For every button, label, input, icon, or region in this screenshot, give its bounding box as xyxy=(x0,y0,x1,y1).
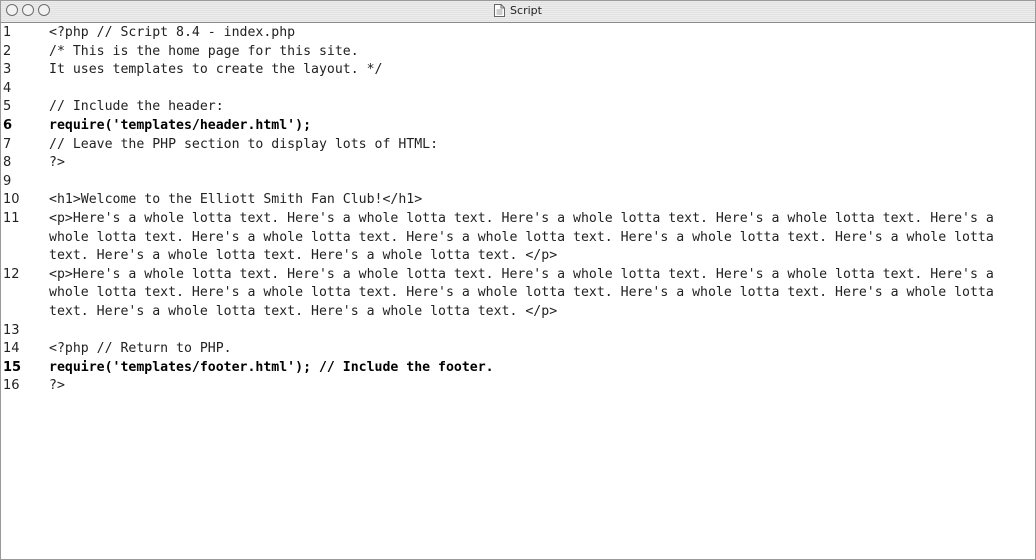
code-line: 12 <p>Here's a whole lotta text. Here's a… xyxy=(1,266,1035,322)
line-text: ?> xyxy=(49,155,65,171)
line-number: 10 xyxy=(3,192,20,208)
line-text: <p>Here's a whole lotta text. Here's a w… xyxy=(49,266,1002,319)
title-bar[interactable]: Script xyxy=(1,1,1035,23)
line-number: 13 xyxy=(3,322,20,338)
line-number: 5 xyxy=(3,99,12,115)
line-text: ?> xyxy=(49,378,65,394)
line-number: 11 xyxy=(3,210,20,226)
line-text: // Leave the PHP section to display lots… xyxy=(49,136,439,152)
line-text: <?php // Return to PHP. xyxy=(49,341,232,357)
code-line: 1 <?php // Script 8.4 - index.php xyxy=(1,24,1035,43)
line-number: 9 xyxy=(3,173,12,189)
line-text: <p>Here's a whole lotta text. Here's a w… xyxy=(49,210,1002,264)
line-number: 2 xyxy=(3,43,12,59)
code-line: 6 require('templates/header.html'); xyxy=(1,117,1035,136)
code-line: 10 <h1>Welcome to the Elliott Smith Fan C… xyxy=(1,191,1035,210)
line-text: <?php // Script 8.4 - index.php xyxy=(49,25,296,40)
line-text: require('templates/footer.html'); // Inc… xyxy=(49,359,494,375)
line-number: 4 xyxy=(3,80,12,96)
code-line: 15 require('templates/footer.html'); // I… xyxy=(1,359,1035,378)
line-number: 15 xyxy=(3,359,22,375)
code-line: 13 xyxy=(1,322,1035,341)
line-number: 7 xyxy=(3,136,12,152)
editor-window: Script 1 <?php // Script 8.4 - index.php 2… xyxy=(0,0,1036,560)
line-text xyxy=(49,80,1035,99)
document-icon xyxy=(494,4,506,17)
code-view[interactable]: 1 <?php // Script 8.4 - index.php 2 /* This… xyxy=(1,23,1035,396)
line-number: 1 xyxy=(3,25,12,40)
code-line: 3 It uses templates to create the layout.… xyxy=(1,61,1035,80)
line-text: require('templates/header.html'); xyxy=(49,117,312,133)
window-title: Script xyxy=(510,4,542,17)
code-line: 8 ?> xyxy=(1,154,1035,173)
code-line: 11 <p>Here's a whole lotta text. Here's a… xyxy=(1,210,1035,266)
line-number: 16 xyxy=(3,378,20,394)
code-line: 5 // Include the header: xyxy=(1,98,1035,117)
code-line: 14 <?php // Return to PHP. xyxy=(1,340,1035,359)
line-number: 12 xyxy=(3,266,20,282)
line-number: 6 xyxy=(3,117,13,133)
line-text: /* This is the home page for this site. xyxy=(49,43,359,59)
code-line: 9 xyxy=(1,173,1035,192)
line-text: // Include the header: xyxy=(49,99,224,115)
line-number: 8 xyxy=(3,155,12,171)
line-number: 14 xyxy=(3,341,20,357)
line-text: It uses templates to create the layout. … xyxy=(49,62,383,78)
line-text xyxy=(49,322,1035,341)
code-line: 7 // Leave the PHP section to display lot… xyxy=(1,136,1035,155)
line-text xyxy=(49,173,1035,192)
code-line: 2 /* This is the home page for this site. xyxy=(1,43,1035,62)
code-line: 16 ?> xyxy=(1,377,1035,396)
code-line: 4 xyxy=(1,80,1035,99)
line-text: <h1>Welcome to the Elliott Smith Fan Clu… xyxy=(49,192,423,208)
line-number: 3 xyxy=(3,62,12,78)
window-title-group: Script xyxy=(1,4,1035,17)
